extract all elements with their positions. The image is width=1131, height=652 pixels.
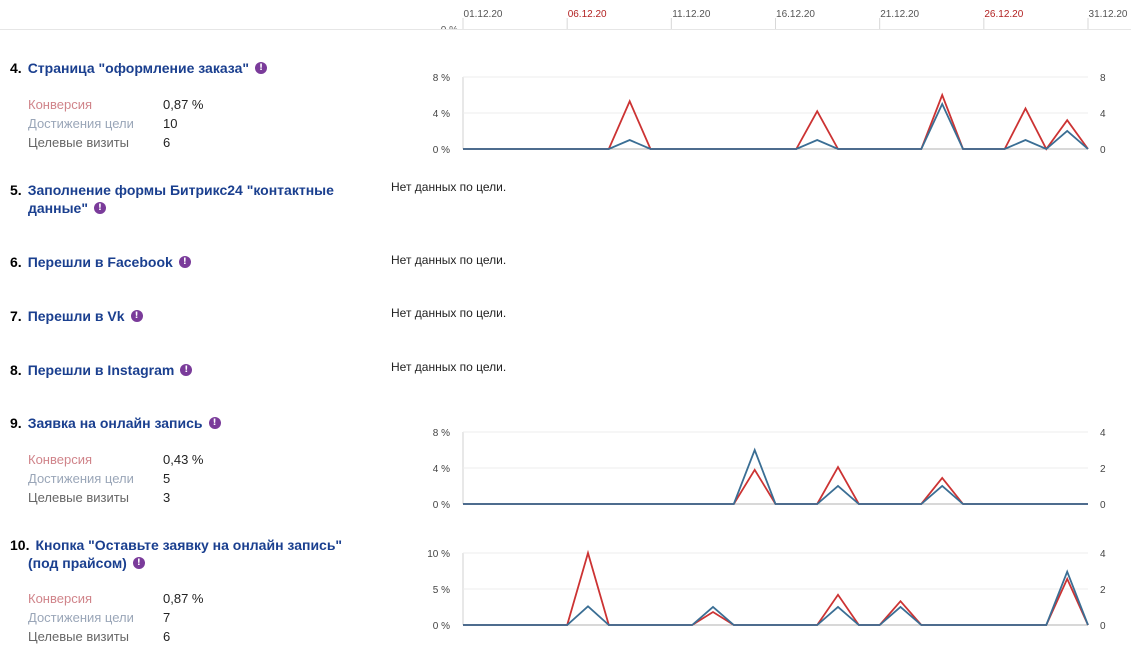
y-tick-right: 0: [1100, 500, 1106, 511]
info-icon[interactable]: !: [132, 557, 145, 569]
series-line-conversion: [463, 465, 1088, 505]
achievements-label: Достижения цели: [28, 610, 134, 625]
goal-7-title[interactable]: 7. Перешли в Vk!: [10, 307, 143, 325]
chart-goal-4: 0 % 0 4 % 4 8 % 8: [433, 73, 1106, 156]
goal-number: 7.: [10, 308, 22, 324]
y-tick-right: 4: [1100, 549, 1106, 560]
achievements-label: Достижения цели: [28, 116, 134, 131]
goal-name: Страница "оформление заказа": [27, 60, 249, 76]
y-tick-left: 4 %: [433, 464, 450, 475]
y-tick-right: 2: [1100, 585, 1106, 596]
y-tick-right: 0: [1100, 621, 1106, 632]
goal-5-title[interactable]: 5. Заполнение формы Битрикс24 "контактные…: [10, 181, 334, 217]
goal-number: 5.: [10, 182, 22, 198]
series-line-visits: [463, 447, 1088, 505]
date-label: 21.12.20: [880, 9, 919, 20]
goal-9-title[interactable]: 9. Заявка на онлайн запись!: [10, 414, 221, 432]
goal-6-title[interactable]: 6. Перешли в Facebook!: [10, 253, 191, 271]
y-tick-right: 0: [1100, 145, 1106, 156]
no-data-text: Нет данных по цели.: [391, 306, 507, 320]
conversion-value: 0,87 %: [163, 97, 204, 112]
y-tick-left: 0 %: [433, 500, 450, 511]
y-tick-right: 4: [1100, 109, 1106, 120]
achievements-value: 5: [163, 471, 171, 486]
chart-goal-10: 0 % 0 5 % 2 10 % 4: [427, 549, 1106, 632]
y-tick-left: 0 %: [433, 145, 450, 156]
goal-number: 10.: [10, 537, 30, 553]
info-icon[interactable]: !: [93, 202, 106, 214]
goal-name-line2: (под прайсом): [28, 555, 127, 571]
date-label: 26.12.20: [984, 9, 1023, 20]
goal-number: 9.: [10, 415, 22, 431]
goal-name-line1: Кнопка "Оставьте заявку на онлайн запись…: [35, 537, 343, 553]
info-icon[interactable]: !: [208, 417, 221, 429]
y-tick-left: 5 %: [433, 585, 450, 596]
conversion-label: Конверсия: [28, 452, 93, 467]
goal-name: Перешли в Vk: [27, 308, 125, 324]
y-tick-right: 2: [1100, 464, 1106, 475]
visits-value: 6: [163, 629, 171, 644]
conversion-label: Конверсия: [28, 591, 93, 606]
series-line-visits: [463, 569, 1089, 626]
visits-label: Целевые визиты: [28, 135, 130, 150]
info-icon[interactable]: !: [180, 364, 193, 376]
goal-10-title[interactable]: 10. Кнопка "Оставьте заявку на онлайн зап…: [10, 536, 342, 572]
date-label: 16.12.20: [776, 9, 815, 20]
goal-10-stats: Конверсия 0,87 % Достижения цели 7 Целевые…: [28, 589, 228, 646]
date-label: 06.12.20: [568, 9, 607, 20]
date-label: 01.12.20: [464, 9, 503, 20]
goal-4-title[interactable]: 4. Страница "оформление заказа"!: [10, 59, 267, 77]
goal-name: Заявка на онлайн запись: [27, 415, 203, 431]
no-data-text: Нет данных по цели.: [391, 253, 507, 267]
y-tick-left: 8 %: [433, 73, 450, 84]
goal-number: 8.: [10, 362, 22, 378]
info-icon[interactable]: !: [178, 256, 191, 268]
visits-label: Целевые визиты: [28, 629, 130, 644]
goal-number: 6.: [10, 254, 22, 270]
achievements-label: Достижения цели: [28, 471, 134, 486]
goal-4-stats: Конверсия 0,87 % Достижения цели 10 Целевы…: [28, 95, 228, 152]
goal-name-line2: данные": [28, 200, 88, 216]
achievements-value: 7: [163, 610, 171, 625]
date-axis: 01.12.20 06.12.20 11.12.20 16.12.20 21.12.20…: [441, 9, 1128, 30]
date-label: 31.12.20: [1089, 9, 1128, 20]
info-icon[interactable]: !: [130, 310, 143, 322]
y-tick-left: 8 %: [433, 428, 450, 439]
visits-value: 6: [163, 135, 171, 150]
info-icon[interactable]: !: [255, 62, 267, 74]
date-label: 11.12.20: [672, 9, 711, 20]
conversion-value: 0,87 %: [163, 591, 204, 606]
series-line-conversion: [463, 92, 1089, 151]
no-data-text: Нет данных по цели.: [391, 180, 507, 194]
y-tick-right: 4: [1100, 428, 1106, 439]
goal-name: Перешли в Facebook: [27, 254, 173, 270]
conversion-value: 0,43 %: [163, 452, 204, 467]
goal-8-title[interactable]: 8. Перешли в Instagram!: [10, 361, 193, 379]
chart-goal-9: 0 % 0 4 % 2 8 % 4: [433, 428, 1106, 511]
goal-9-stats: Конверсия 0,43 % Достижения цели 5 Целевые…: [28, 450, 228, 507]
y-tick-left: 10 %: [427, 549, 450, 560]
goal-number: 4.: [10, 60, 22, 76]
series-line-visits: [463, 101, 1089, 151]
y-tick-right: 8: [1100, 73, 1106, 84]
y-tick-left: 0 %: [433, 621, 450, 632]
visits-label: Целевые визиты: [28, 490, 130, 505]
date-axis-baseline: [0, 29, 1131, 30]
goal-name: Перешли в Instagram: [27, 362, 175, 378]
visits-value: 3: [163, 490, 171, 505]
goal-name-line1: Заполнение формы Битрикс24 "контактные: [27, 182, 334, 198]
no-data-text: Нет данных по цели.: [391, 360, 507, 374]
series-line-conversion: [463, 549, 1089, 626]
achievements-value: 10: [163, 116, 178, 131]
conversion-label: Конверсия: [28, 97, 93, 112]
y-tick-left: 4 %: [433, 109, 450, 120]
